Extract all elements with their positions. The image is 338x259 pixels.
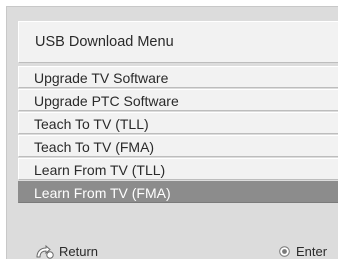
- menu-item-label: Learn From TV (FMA): [34, 185, 171, 201]
- menu-item-label: Upgrade PTC Software: [34, 93, 179, 109]
- footer-hint-bar: Return Enter: [18, 243, 338, 259]
- menu-item-learn-from-tv-fma[interactable]: Learn From TV (FMA): [18, 181, 338, 203]
- menu-title: USB Download Menu: [35, 34, 174, 50]
- menu-item-upgrade-ptc-software[interactable]: Upgrade PTC Software: [18, 89, 338, 111]
- screen: USB Download Menu Upgrade TV Software Up…: [0, 0, 338, 259]
- return-arrow-icon: [36, 245, 54, 259]
- return-label: Return: [59, 244, 99, 259]
- menu-item-label: Upgrade TV Software: [34, 70, 169, 86]
- menu-item-label: Teach To TV (FMA): [34, 139, 155, 155]
- menu-item-teach-to-tv-tll[interactable]: Teach To TV (TLL): [18, 112, 338, 134]
- ok-button-icon: [279, 246, 290, 257]
- menu-item-label: Teach To TV (TLL): [34, 116, 149, 132]
- menu-item-learn-from-tv-tll[interactable]: Learn From TV (TLL): [18, 158, 338, 180]
- menu-item-teach-to-tv-fma[interactable]: Teach To TV (FMA): [18, 135, 338, 157]
- menu-item-label: Learn From TV (TLL): [34, 162, 166, 178]
- menu-list: Upgrade TV Software Upgrade PTC Software…: [18, 66, 338, 204]
- menu-title-bar: USB Download Menu: [18, 21, 338, 63]
- menu-item-upgrade-tv-software[interactable]: Upgrade TV Software: [18, 66, 338, 88]
- enter-label: Enter: [296, 244, 328, 259]
